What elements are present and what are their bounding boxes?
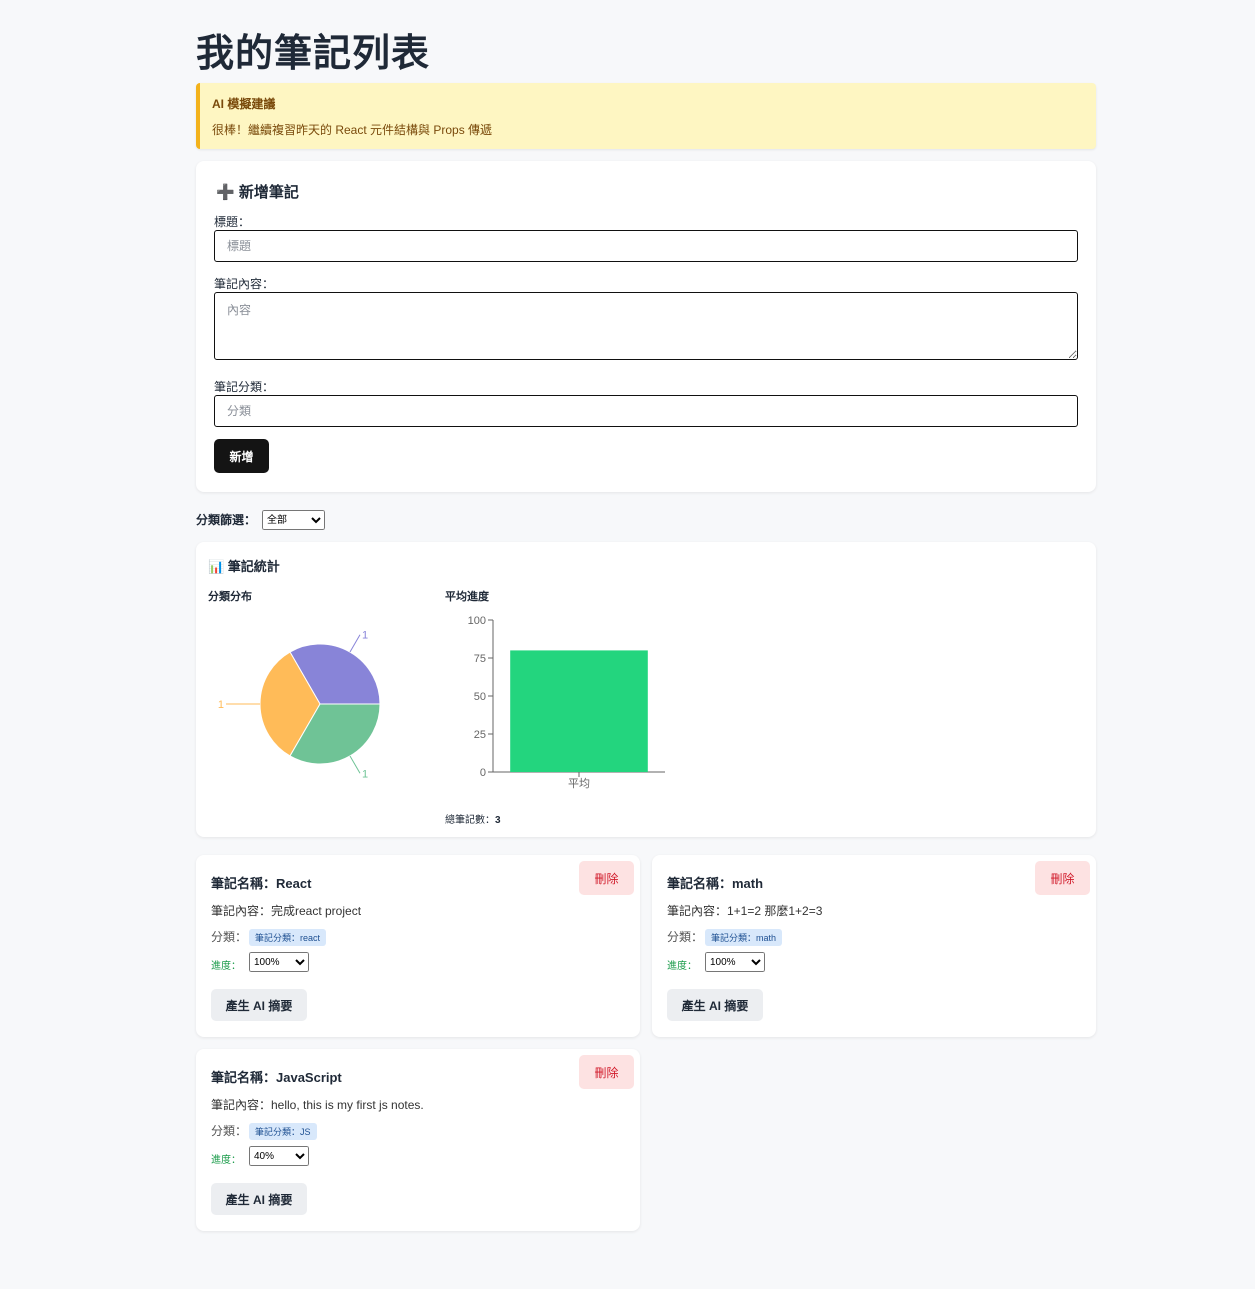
- page-title: 我的筆記列表: [196, 33, 431, 75]
- delete-note-button[interactable]: 刪除: [579, 861, 634, 895]
- category-filter-label: 分類篩選：: [196, 513, 257, 527]
- pie-label-line: [349, 755, 361, 774]
- generate-ai-summary-button[interactable]: 產生 AI 摘要: [211, 989, 307, 1021]
- note-progress: 進度： 0%20%40%60%80%100%: [211, 952, 309, 972]
- pie-chart-title: 分類分布: [208, 591, 252, 603]
- bar-y-tick-label: 0: [480, 767, 486, 779]
- note-progress-label: 進度：: [667, 961, 697, 972]
- ai-suggestion-text: 很棒！繼續複習昨天的 React 元件結構與 Props 傳遞: [212, 123, 493, 137]
- note-progress-select[interactable]: 0%20%40%60%80%100%: [705, 952, 765, 972]
- category-filter-select[interactable]: 全部reactmathJS: [262, 510, 325, 530]
- note-name: 筆記名稱：JavaScript: [211, 1070, 342, 1085]
- note-content: 筆記內容：hello, this is my first js notes.: [211, 1098, 424, 1112]
- delete-note-button[interactable]: 刪除: [579, 1055, 634, 1089]
- note-category-tag: 筆記分類：JS: [249, 1123, 317, 1141]
- note-category-tag: 筆記分類：math: [705, 929, 783, 947]
- note-category-label: 分類：: [211, 930, 248, 944]
- total-notes-value: 3: [495, 815, 501, 826]
- category-label: 筆記分類：: [214, 380, 275, 394]
- add-note-title: ➕ 新增筆記: [216, 184, 299, 201]
- note-progress: 進度： 0%20%40%60%80%100%: [667, 952, 765, 972]
- delete-note-button[interactable]: 刪除: [1035, 861, 1090, 895]
- note-name: 筆記名稱：math: [667, 876, 764, 891]
- pie-label-line: [349, 634, 361, 653]
- category-filter: 分類篩選： 全部reactmathJS: [196, 510, 325, 530]
- content-textarea[interactable]: [214, 292, 1078, 360]
- bar-chart-title: 平均進度: [445, 591, 489, 603]
- title-label: 標題：: [214, 215, 251, 229]
- generate-ai-summary-button[interactable]: 產生 AI 摘要: [211, 1183, 307, 1215]
- ai-suggestion-title: AI 模擬建議: [212, 97, 276, 111]
- note-card: 筆記名稱：React 刪除筆記內容：完成react project 分類： 筆記分類：…: [196, 855, 640, 1037]
- stats-title: 📊 筆記統計: [208, 559, 280, 574]
- stats-card: 📊 筆記統計 分類分布 平均進度 1 1 1 0 25 50 75 100 平均 總筆記數：3: [196, 542, 1096, 837]
- content-label: 筆記內容：: [214, 277, 275, 291]
- generate-ai-summary-button[interactable]: 產生 AI 摘要: [667, 989, 763, 1021]
- add-note-button[interactable]: 新增: [214, 439, 269, 473]
- note-category: 分類： 筆記分類：JS: [211, 1122, 317, 1141]
- progress-bar-chart: 0 25 50 75 100 平均: [468, 615, 665, 790]
- note-category: 分類： 筆記分類：react: [211, 928, 327, 947]
- pie-slice-label: 1: [362, 630, 368, 642]
- category-input[interactable]: [214, 395, 1078, 427]
- note-category-label: 分類：: [667, 930, 704, 944]
- add-note-form: ➕ 新增筆記 標題： 筆記內容： 筆記分類： 新增: [196, 161, 1096, 492]
- bar-y-tick-label: 25: [474, 729, 486, 741]
- note-progress: 進度： 0%20%40%60%80%100%: [211, 1146, 309, 1166]
- note-progress-select[interactable]: 0%20%40%60%80%100%: [249, 1146, 309, 1166]
- note-card: 筆記名稱：JavaScript 刪除筆記內容：hello, this is my …: [196, 1049, 640, 1231]
- category-pie-chart: 1 1 1: [218, 630, 381, 780]
- bar-y-tick-label: 75: [474, 653, 486, 665]
- note-content: 筆記內容：完成react project: [211, 904, 362, 918]
- total-notes: 總筆記數：3: [445, 811, 501, 826]
- note-category-label: 分類：: [211, 1124, 248, 1138]
- note-content: 筆記內容：1+1=2 那麼1+2=3: [667, 904, 823, 918]
- bar-y-tick-label: 50: [474, 691, 486, 703]
- note-category-tag: 筆記分類：react: [249, 929, 327, 947]
- bar-average-progress: [510, 650, 648, 772]
- pie-slice-label: 1: [362, 768, 368, 780]
- note-name: 筆記名稱：React: [211, 876, 312, 891]
- pie-slice-label: 1: [218, 699, 224, 711]
- ai-suggestion-box: AI 模擬建議 很棒！繼續複習昨天的 React 元件結構與 Props 傳遞: [196, 83, 1096, 149]
- title-input[interactable]: [214, 230, 1078, 262]
- note-category: 分類： 筆記分類：math: [667, 928, 783, 947]
- note-card: 筆記名稱：math 刪除筆記內容：1+1=2 那麼1+2=3 分類： 筆記分類：mat…: [652, 855, 1096, 1037]
- total-notes-label: 總筆記數：: [445, 815, 495, 826]
- note-progress-label: 進度：: [211, 961, 241, 972]
- note-progress-label: 進度：: [211, 1155, 241, 1166]
- bar-x-tick-label: 平均: [568, 777, 590, 790]
- note-progress-select[interactable]: 0%20%40%60%80%100%: [249, 952, 309, 972]
- bar-y-tick-label: 100: [468, 615, 486, 627]
